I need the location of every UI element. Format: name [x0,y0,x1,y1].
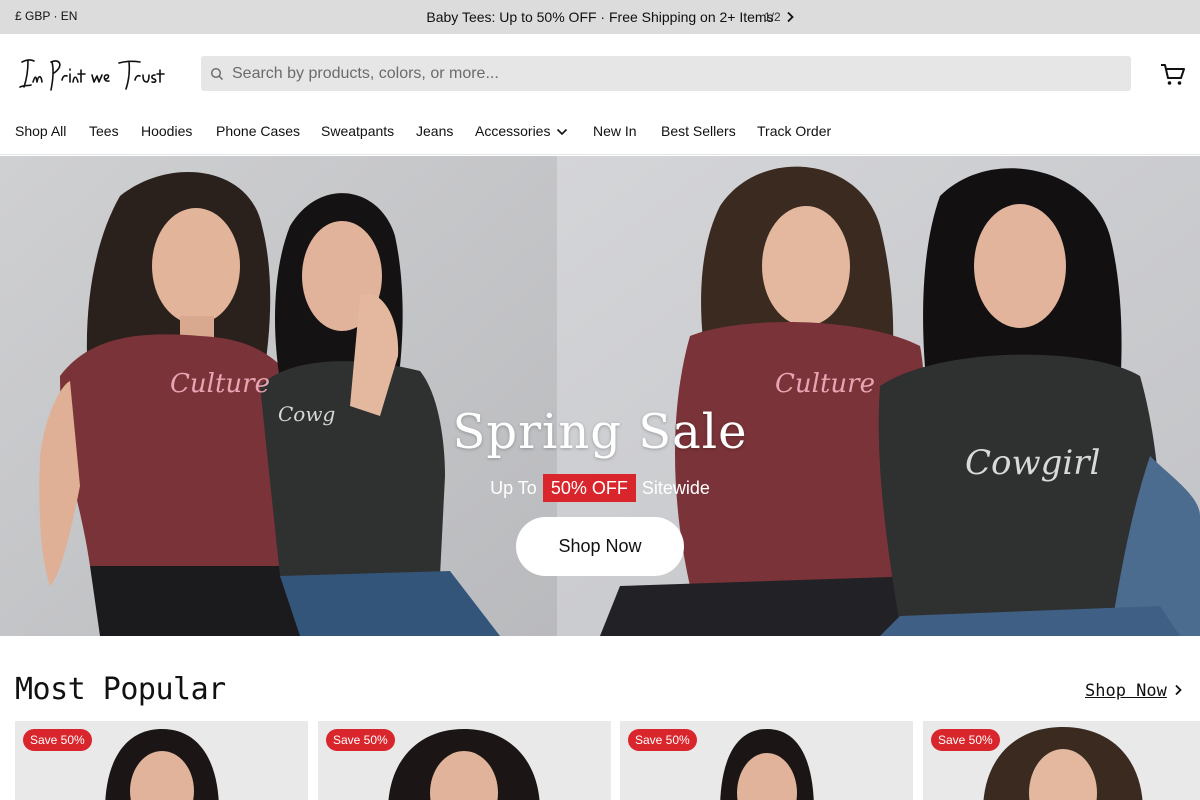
most-popular-shop-now-link[interactable]: Shop Now [1085,681,1183,701]
main-nav: Shop All Tees Hoodies Phone Cases Sweatp… [0,112,1200,155]
save-badge: Save 50% [326,729,395,751]
nav-item-sweatpants[interactable]: Sweatpants [321,112,394,150]
product-card[interactable]: Save 50% [15,721,308,800]
product-card[interactable]: Save 50% [318,721,611,800]
nav-item-track-order[interactable]: Track Order [757,112,831,150]
save-badge: Save 50% [931,729,1000,751]
hero-sub-suffix: Sitewide [641,477,710,498]
hero-shop-now-button[interactable]: Shop Now [516,517,684,576]
chevron-right-icon[interactable] [785,11,795,23]
search-bar[interactable] [201,56,1131,91]
site-header [0,34,1200,112]
announcement-bar: £ GBP · EN Baby Tees: Up to 50% OFF · Fr… [0,0,1200,34]
hero-title: Spring Sale [452,404,748,460]
save-badge: Save 50% [628,729,697,751]
nav-item-new-in[interactable]: New In [593,112,637,150]
pager-count: 1/2 [764,9,781,24]
cart-icon[interactable] [1159,60,1187,88]
shirt-print-right: Culture [775,369,875,399]
search-input[interactable] [232,64,1112,83]
section-title-most-popular: Most Popular [15,672,226,707]
promo-text[interactable]: Baby Tees: Up to 50% OFF · Free Shipping… [0,0,1200,34]
site-logo[interactable] [18,54,178,94]
hero-sub-prefix: Up To [490,477,537,498]
nav-item-jeans[interactable]: Jeans [416,112,453,150]
nav-item-shop-all[interactable]: Shop All [15,112,66,150]
product-card[interactable]: Save 50% [620,721,913,800]
hero-subtitle: Up To 50% OFF Sitewide [0,474,1200,502]
nav-item-accessories[interactable]: Accessories [475,112,568,150]
shirt-print-left: Culture [170,369,270,399]
nav-item-hoodies[interactable]: Hoodies [141,112,192,150]
product-card[interactable]: Save 50% [923,721,1200,800]
chevron-down-icon [556,112,568,150]
nav-item-accessories-label: Accessories [475,123,551,139]
nav-item-phone-cases[interactable]: Phone Cases [216,112,300,150]
announcement-pager: 1/2 [764,0,795,34]
search-icon [210,67,224,81]
save-badge: Save 50% [23,729,92,751]
most-popular-link-label: Shop Now [1085,681,1167,701]
discount-badge: 50% OFF [542,474,636,502]
nav-item-tees[interactable]: Tees [89,112,119,150]
chevron-right-icon [1173,681,1183,701]
nav-item-best-sellers[interactable]: Best Sellers [661,112,736,150]
